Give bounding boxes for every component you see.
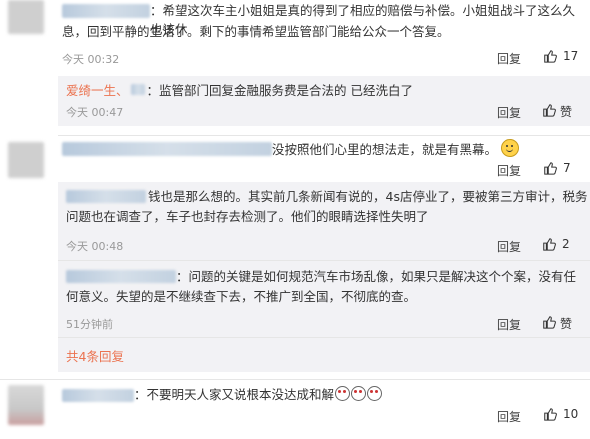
author-badge <box>130 84 145 95</box>
sub-reply-content: 问题也在调查了，车子也封存去检测了。他们的眼睛选择性失明了 <box>66 209 429 224</box>
comment-text: 没按照他们心里的想法走，就是有黑幕。 <box>272 139 519 159</box>
reply-thread: 爱绮一生、 ：监管部门回复金融服务费是合法的 已经洗白了 今天 00:47 回复 … <box>58 76 590 126</box>
like-count: 7 <box>563 161 571 175</box>
emoji-icon <box>351 386 367 401</box>
divider <box>58 260 590 261</box>
divider <box>0 379 590 380</box>
thumb-up-icon <box>544 162 557 175</box>
divider <box>58 135 590 136</box>
like-label: 赞 <box>560 317 573 331</box>
divider <box>58 337 590 338</box>
like-count: 17 <box>563 49 579 63</box>
sub-reply-content: 钱也是那么想的。其实前几条新闻有说的，4s店停业了，要被第三方审计，税务 <box>148 189 588 204</box>
emoji-icon <box>335 386 351 401</box>
like-label: 赞 <box>560 105 573 119</box>
comment-time: 今天 00:32 <box>62 53 120 66</box>
comment-text: ：不要明天人家又说根本没达成和解 <box>134 385 383 404</box>
sub-reply-content: ：问题的关键是如何规范汽车市场乱像，如果只是解决这个个案，没有任 <box>176 269 577 284</box>
sub-reply-time: 今天 00:47 <box>66 106 124 119</box>
sub-reply-author[interactable] <box>66 190 146 203</box>
sub-reply-author[interactable] <box>66 270 176 283</box>
like-count: 2 <box>562 237 570 251</box>
like-button[interactable]: 赞 <box>542 103 572 120</box>
reply-button[interactable]: 回复 <box>497 162 521 179</box>
reply-button[interactable]: 回复 <box>497 316 521 333</box>
smile-emoji-icon <box>501 139 519 157</box>
like-button[interactable]: 7 <box>543 161 571 178</box>
like-button[interactable]: 赞 <box>542 315 572 332</box>
sub-reply-content: 何意义。失望的是不继续查下去，不推广到全国，不彻底的查。 <box>66 289 417 304</box>
username[interactable] <box>62 142 272 156</box>
reply-thread: 钱也是那么想的。其实前几条新闻有说的，4s店停业了，要被第三方审计，税务 问题也… <box>58 182 590 372</box>
thumb-up-icon <box>543 104 556 117</box>
thumb-up-icon <box>544 50 557 63</box>
avatar[interactable] <box>8 0 44 34</box>
sub-reply-time: 今天 00:48 <box>66 240 124 253</box>
more-replies-link[interactable]: 共4条回复 <box>66 346 124 365</box>
sub-reply-text: 爱绮一生、 ：监管部门回复金融服务费是合法的 已经洗白了 <box>66 82 413 100</box>
sub-reply-content: ：监管部门回复金融服务费是合法的 已经洗白了 <box>146 83 413 98</box>
sub-reply-time: 51分钟前 <box>66 318 113 331</box>
comment-text: 息，回到平静的生活了。剩下的事情希望监管部门能给公众一个答复。 <box>62 24 450 39</box>
sub-reply-author[interactable]: 爱绮一生、 <box>66 83 129 98</box>
like-button[interactable]: 17 <box>543 49 578 66</box>
reply-button[interactable]: 回复 <box>497 238 521 255</box>
avatar[interactable] <box>8 142 44 178</box>
username[interactable] <box>62 4 150 18</box>
username[interactable] <box>62 389 134 402</box>
emoji-icon <box>367 386 383 401</box>
thumb-up-icon <box>544 408 557 421</box>
like-count: 10 <box>563 407 579 421</box>
thumb-up-icon <box>543 238 556 251</box>
reply-button[interactable]: 回复 <box>497 50 521 67</box>
reply-button[interactable]: 回复 <box>497 408 521 425</box>
reply-button[interactable]: 回复 <box>497 104 521 121</box>
like-button[interactable]: 2 <box>542 237 570 254</box>
like-button[interactable]: 10 <box>543 407 578 424</box>
avatar[interactable] <box>8 385 44 425</box>
thumb-up-icon <box>543 316 556 329</box>
